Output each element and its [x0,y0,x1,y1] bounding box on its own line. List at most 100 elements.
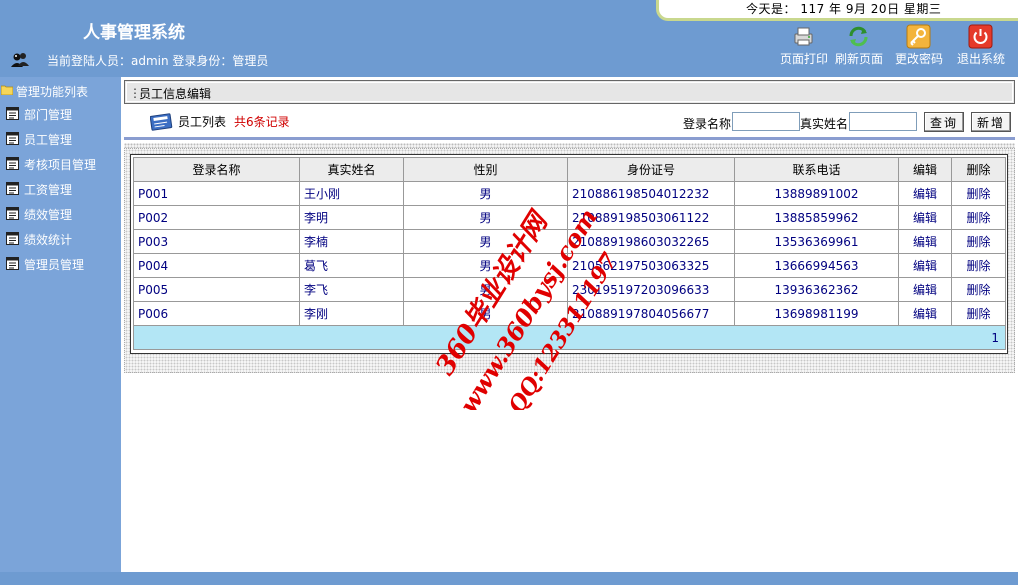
edit-cell: 编辑 [898,253,952,278]
phone-cell: 13536369961 [734,229,899,254]
edit-cell: 编辑 [898,229,952,254]
section-title-bar: ⋮ 员工信息编辑 [124,80,1015,104]
sidebar-item-performance[interactable]: 绩效管理 [6,205,118,223]
edit-link[interactable]: 编辑 [913,211,937,225]
logout-button[interactable]: 退出系统 [953,24,1009,70]
sidebar: 管理功能列表 部门管理 员工管理 考核项目管理 工资管理 绩效管理 绩效统计 管… [0,77,121,572]
users-icon [11,53,29,67]
app-title: 人事管理系统 [83,23,185,43]
list-label: 员工列表 [178,115,227,129]
real-name-label: 真实姓名 [800,117,849,131]
pager-cell: 1 [133,325,1006,350]
delete-link[interactable]: 删除 [966,187,990,201]
column-header: 删除 [951,157,1006,182]
sidebar-item-performance-stats[interactable]: 绩效统计 [6,230,118,248]
edit-link[interactable]: 编辑 [913,283,937,297]
section-title-inner [126,82,1013,102]
column-header: 真实姓名 [299,157,404,182]
delete-link[interactable]: 删除 [966,235,990,249]
edit-cell: 编辑 [898,205,952,230]
sidebar-item-label: 工资管理 [24,183,73,197]
print-page-button[interactable]: 页面打印 [776,24,832,70]
table-row: P001 王小刚 男 210886198504012232 1388989100… [133,181,1006,206]
edit-cell: 编辑 [898,277,952,302]
real-name-cell: 李刚 [299,301,404,326]
sidebar-item-label: 部门管理 [24,108,73,122]
real-name-cell: 李明 [299,205,404,230]
sidebar-item-employee[interactable]: 员工管理 [6,130,118,148]
change-password-label: 更改密码 [894,52,943,66]
id-number-cell: 210889198603032265 [567,229,735,254]
refresh-page-button[interactable]: 刷新页面 [831,24,887,70]
delete-link[interactable]: 删除 [966,283,990,297]
document-icon [6,232,19,245]
real-name-cell: 王小刚 [299,181,404,206]
delete-link[interactable]: 删除 [966,307,990,321]
real-name-cell: 李楠 [299,229,404,254]
edit-link[interactable]: 编辑 [913,187,937,201]
edit-cell: 编辑 [898,181,952,206]
edit-link[interactable]: 编辑 [913,235,937,249]
table-row: P004 葛飞 男 210562197503063325 13666994563… [133,253,1006,278]
print-page-label: 页面打印 [779,52,828,66]
gender-cell: 男 [403,205,568,230]
login-name-cell: P003 [133,229,300,254]
real-name-input[interactable] [849,112,917,131]
document-icon [6,107,19,120]
id-number-cell: 210562197503063325 [567,253,735,278]
sidebar-item-salary[interactable]: 工资管理 [6,180,118,198]
edit-link[interactable]: 编辑 [913,259,937,273]
section-title: 员工信息编辑 [139,87,212,101]
delete-cell: 删除 [951,181,1006,206]
sidebar-item-admin[interactable]: 管理员管理 [6,255,118,273]
column-header: 联系电话 [734,157,899,182]
delete-link[interactable]: 删除 [966,259,990,273]
change-password-button[interactable]: 更改密码 [891,24,947,70]
phone-cell: 13889891002 [734,181,899,206]
gender-cell: 男 [403,181,568,206]
refresh-icon [849,26,868,47]
table-row: P002 李明 男 210889198503061122 13885859962… [133,205,1006,230]
phone-cell: 13666994563 [734,253,899,278]
gender-cell: 男 [403,301,568,326]
document-icon [6,132,19,145]
add-button[interactable]: 新增 [971,112,1011,132]
id-number-cell: 230195197203096633 [567,277,735,302]
sidebar-item-label: 绩效统计 [24,233,73,247]
edit-link[interactable]: 编辑 [913,307,937,321]
sidebar-item-assessment[interactable]: 考核项目管理 [6,155,118,173]
printer-icon [794,27,813,46]
employee-table: 登录名称 真实姓名 性别 身份证号 联系电话 编辑 删除 P001 王小刚 男 … [133,157,1006,350]
sidebar-item-department[interactable]: 部门管理 [6,105,118,123]
login-name-cell: P004 [133,253,300,278]
column-header: 登录名称 [133,157,300,182]
edit-cell: 编辑 [898,301,952,326]
query-button[interactable]: 查询 [924,112,964,132]
delete-cell: 删除 [951,205,1006,230]
table-row: P005 李飞 男 230195197203096633 13936362362… [133,277,1006,302]
document-icon [6,207,19,220]
page-link[interactable]: 1 [991,331,999,345]
table-header-row: 登录名称 真实姓名 性别 身份证号 联系电话 编辑 删除 [133,157,1006,182]
table-row: P006 李刚 男 210889197804056677 13698981199… [133,301,1006,326]
login-name-input[interactable] [732,112,800,131]
record-count: 共6条记录 [234,115,290,129]
real-name-cell: 李飞 [299,277,404,302]
column-header: 身份证号 [567,157,735,182]
phone-cell: 13698981199 [734,301,899,326]
document-icon [6,157,19,170]
employee-table-container: 登录名称 真实姓名 性别 身份证号 联系电话 编辑 删除 P001 王小刚 男 … [130,154,1008,354]
gender-cell: 男 [403,229,568,254]
pager-row: 1 [133,325,1006,350]
column-header: 编辑 [898,157,952,182]
sidebar-item-label: 考核项目管理 [24,158,97,172]
document-icon [6,182,19,195]
folder-icon [1,85,13,95]
power-icon [968,24,993,49]
delete-link[interactable]: 删除 [966,211,990,225]
delete-cell: 删除 [951,301,1006,326]
footer-bar [0,572,1018,585]
sidebar-item-label: 绩效管理 [24,208,73,222]
phone-cell: 13885859962 [734,205,899,230]
login-name-cell: P006 [133,301,300,326]
